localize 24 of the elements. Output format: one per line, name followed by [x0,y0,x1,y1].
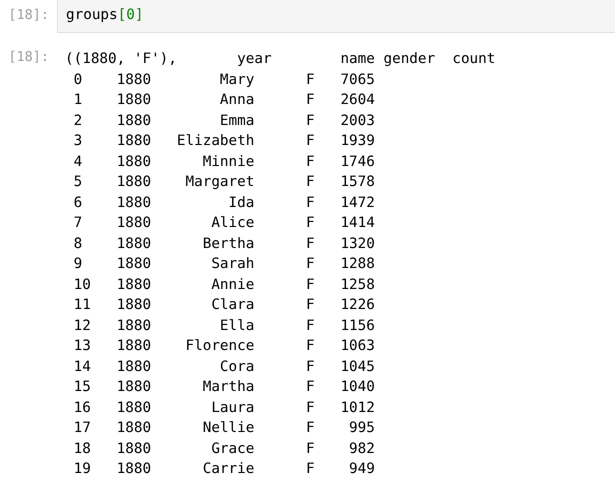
output-line: 13 1880 Florence F 1063 [72,337,375,356]
output-line: 0 1880 Mary F 7065 [72,70,375,90]
output-line: 3 1880 Elizabeth F 1939 [72,132,375,151]
output-line: 14 1880 Cora F 1045 [72,358,375,376]
output-line: 1 1880 Anna F 2604 [72,91,375,110]
output-line: 17 1880 Nellie F 995 [72,419,375,438]
output-line: 19 1880 Carrie F 949 [72,460,375,479]
output-line: 6 1880 Ida F 1472 [72,194,375,212]
output-line: 12 1880 Ella F 1156 [72,316,375,336]
output-line: 5 1880 Margaret F 1578 [72,173,375,192]
cell-prompt: [18]: [7,6,50,25]
code-input[interactable]: groups[0] [57,0,615,33]
output-line: 18 1880 Grace F 982 [72,440,375,458]
output-line: 9 1880 Sarah F 1288 [72,255,375,274]
output-line: 10 1880 Annie F 1258 [72,276,375,294]
output-line: 11 1880 Clara F 1226 [72,296,375,315]
output-line: 15 1880 Martha F 1040 [72,378,375,397]
output-line: 7 1880 Alice F 1414 [72,214,375,233]
output-line: 16 1880 Laura F 1012 [72,398,375,418]
output-line: ((1880, 'F'), year name gender count [65,50,496,69]
output-line: 2 1880 Emma F 2003 [72,112,375,130]
cell-prompt: [18]: [7,49,50,67]
output-line: 4 1880 Minnie F 1746 [72,152,375,172]
output-line: 8 1880 Bertha F 1320 [72,234,375,254]
